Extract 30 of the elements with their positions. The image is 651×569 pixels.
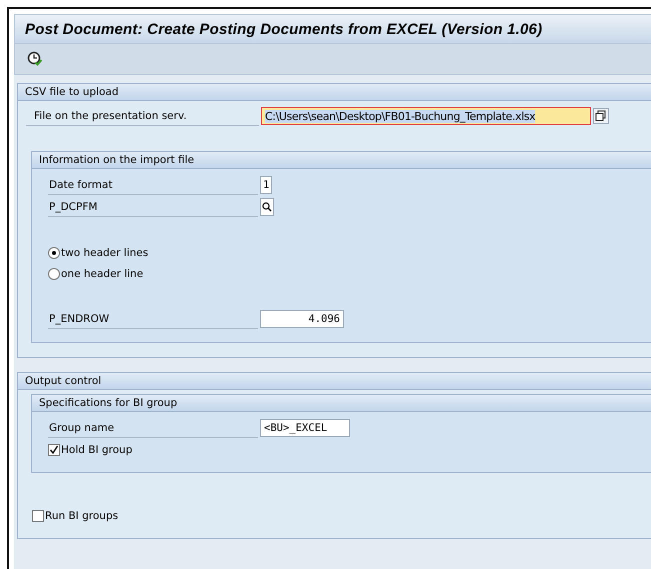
field-value: <BU>_EXCEL xyxy=(264,422,328,434)
checkbox[interactable] xyxy=(32,510,44,522)
group-title: Output control xyxy=(25,375,102,387)
group-title: Specifications for BI group xyxy=(39,397,178,409)
radio-button[interactable] xyxy=(48,246,60,258)
input-field[interactable]: <BU>_EXCEL xyxy=(260,419,350,437)
field-label: Date format xyxy=(48,176,258,194)
field-label: Group name xyxy=(48,418,258,438)
input-field[interactable] xyxy=(260,198,274,216)
radio-label: one header line xyxy=(61,268,144,280)
input-field[interactable]: C:\Users\sean\Desktop\FB01-Buchung_Template.xlsx xyxy=(261,107,591,125)
checkbox-label: Hold BI group xyxy=(61,444,132,456)
field-value: 1 xyxy=(263,179,270,191)
clock-check-icon[interactable] xyxy=(27,51,43,67)
field-label: P_ENDROW xyxy=(48,310,258,328)
field-label: P_DCPFM xyxy=(48,198,258,216)
checkbox[interactable] xyxy=(48,444,60,456)
checkbox-label: Run BI groups xyxy=(45,510,118,522)
copy-icon[interactable] xyxy=(593,108,609,124)
field-value: 4.096 xyxy=(308,313,340,325)
group-title: Information on the import file xyxy=(39,154,194,166)
radio-label: two header lines xyxy=(61,246,148,258)
input-field[interactable]: 4.096 xyxy=(260,310,344,328)
input-field[interactable]: 1 xyxy=(260,176,272,194)
radio-button[interactable] xyxy=(48,268,60,280)
window-title: Post Document: Create Posting Documents from EXCEL (Version 1.06) xyxy=(25,20,542,38)
field-label: File on the presentation serv. xyxy=(26,106,259,126)
field-value: C:\Users\sean\Desktop\FB01-Buchung_Template.xlsx xyxy=(265,110,536,122)
search-icon[interactable] xyxy=(262,202,272,212)
group-title: CSV file to upload xyxy=(25,86,118,98)
